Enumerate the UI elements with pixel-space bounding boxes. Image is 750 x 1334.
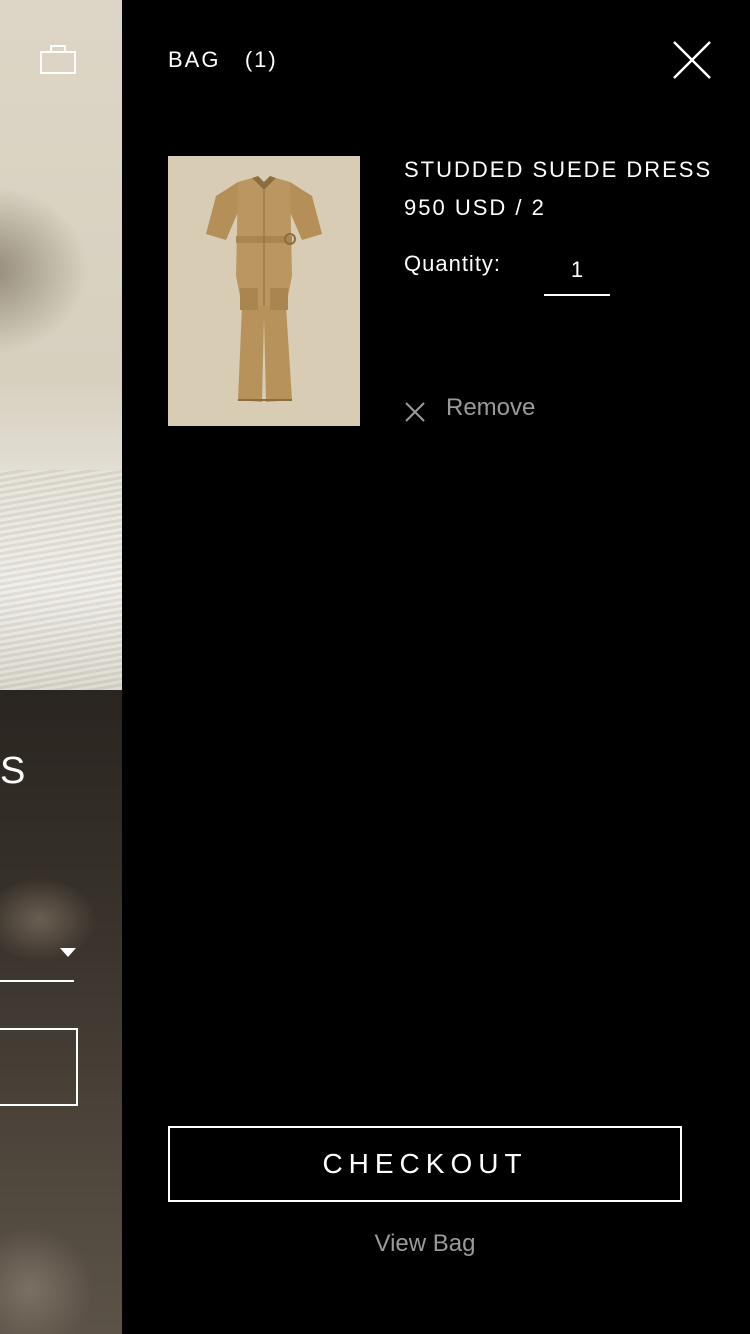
checkout-button[interactable]: CHECKOUT	[168, 1126, 682, 1202]
view-bag-link[interactable]: View Bag	[168, 1228, 682, 1260]
hero-image	[0, 0, 122, 690]
product-image[interactable]	[168, 156, 360, 426]
remove-label: Remove	[446, 394, 536, 421]
chevron-down-icon[interactable]	[60, 948, 76, 957]
bag-title-label: BAG	[168, 47, 221, 72]
background-page: S	[0, 0, 122, 1334]
background-select[interactable]	[0, 980, 74, 982]
bag-item-count: (1)	[244, 47, 278, 72]
close-icon	[405, 402, 425, 422]
close-icon[interactable]	[670, 38, 714, 82]
background-heading-fragment: S	[0, 750, 26, 792]
bag-drawer: BAG (1) STUDDED SUEDE DRESS 950 USD / 2 …	[122, 0, 750, 1334]
quantity-input[interactable]	[544, 246, 610, 296]
remove-button[interactable]: Remove	[404, 392, 535, 424]
shopping-bag-icon[interactable]	[40, 44, 76, 74]
product-price: 950 USD / 2	[404, 195, 546, 220]
product-name[interactable]: STUDDED SUEDE DRESS	[404, 156, 712, 184]
jumpsuit-illustration	[168, 156, 360, 426]
bag-title: BAG (1)	[168, 46, 278, 74]
quantity-label: Quantity:	[404, 251, 502, 276]
background-button[interactable]	[0, 1028, 78, 1106]
